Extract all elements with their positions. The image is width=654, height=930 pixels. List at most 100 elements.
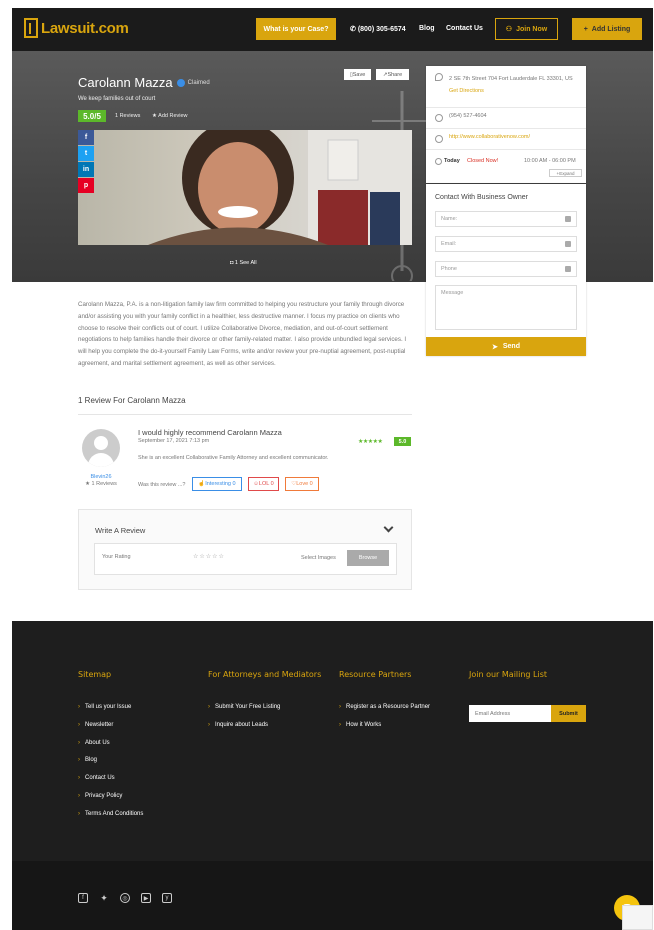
lol-button[interactable]: ☺ LOL 0 bbox=[248, 477, 279, 491]
footer-link-label: Submit Your Free Listing bbox=[215, 704, 281, 710]
address-text: 2 SE 7th Street 704 Fort Lauderdale FL 3… bbox=[449, 76, 573, 82]
facebook-icon[interactable]: f bbox=[78, 893, 88, 903]
rating-star-input[interactable]: ☆☆☆☆☆ bbox=[193, 553, 225, 560]
email-field[interactable]: Email: bbox=[435, 236, 577, 252]
love-button[interactable]: ♡ Love 0 bbox=[285, 477, 319, 491]
logo-icon bbox=[24, 18, 38, 38]
attorneys-heading: For Attorneys and Mediators bbox=[208, 670, 322, 679]
instagram-icon[interactable]: ◎ bbox=[120, 893, 130, 903]
user-icon bbox=[565, 216, 571, 222]
name-field[interactable]: Name: bbox=[435, 211, 577, 227]
listing-photo[interactable] bbox=[78, 130, 412, 245]
thumbs-up-icon: ☝ bbox=[198, 481, 206, 487]
nav-contact[interactable]: Contact Us bbox=[446, 25, 483, 32]
footer-link[interactable]: › About Us bbox=[78, 740, 110, 746]
expand-hours-button[interactable]: + Expand bbox=[549, 169, 582, 177]
review-body: She is an excellent Collaborative Family… bbox=[138, 455, 329, 461]
listing-name: Carolann Mazza bbox=[78, 75, 173, 90]
avatar-head bbox=[94, 436, 108, 450]
send-button[interactable]: ➤ Send bbox=[426, 337, 586, 356]
save-label: Save bbox=[352, 71, 366, 78]
save-button[interactable]: ▯ Save bbox=[344, 69, 371, 80]
twitter-icon[interactable]: ✦ bbox=[99, 893, 109, 903]
reviewer-avatar[interactable] bbox=[82, 429, 120, 467]
phone-link[interactable]: ✆ (800) 305-6574 bbox=[350, 25, 406, 33]
expand-label: Expand bbox=[559, 170, 575, 176]
reviews-heading: 1 Review For Carolann Mazza bbox=[78, 396, 186, 405]
directions-link[interactable]: Get Directions bbox=[449, 85, 579, 97]
join-button[interactable]: ⚇ Join Now bbox=[495, 18, 558, 40]
footer-link[interactable]: › Tell us your Issue bbox=[78, 704, 131, 710]
review-stars: ★★★★★ bbox=[358, 439, 383, 445]
phone-field[interactable]: Phone bbox=[435, 261, 577, 277]
select-images-label: Select Images bbox=[301, 555, 336, 561]
love-label: Love 0 bbox=[296, 481, 313, 487]
phone-number: (800) 305-6574 bbox=[357, 26, 406, 33]
listing-title: Carolann Mazza Claimed bbox=[78, 75, 210, 90]
see-all-photos[interactable]: ◘ 1 See All bbox=[230, 260, 257, 266]
phone-icon bbox=[435, 114, 443, 122]
footer-link-label: Terms And Conditions bbox=[85, 811, 144, 817]
page: Lawsuit.com What is your Case? ✆ (800) 3… bbox=[12, 8, 653, 930]
youtube-icon[interactable]: ▶ bbox=[141, 893, 151, 903]
footer-link[interactable]: › Submit Your Free Listing bbox=[208, 704, 280, 710]
footer-link[interactable]: › How it Works bbox=[339, 722, 381, 728]
reviews-count-link[interactable]: 1 Reviews bbox=[115, 113, 140, 119]
twitter-share-icon[interactable]: t bbox=[78, 146, 94, 161]
name-placeholder: Name: bbox=[441, 216, 458, 222]
footer-link[interactable]: › Privacy Policy bbox=[78, 793, 122, 799]
today-label: Today bbox=[444, 158, 460, 164]
address-row: 2 SE 7th Street 704 Fort Lauderdale FL 3… bbox=[426, 66, 586, 108]
website-row: http://www.collaborativenow.com/ bbox=[426, 129, 586, 150]
nav-blog[interactable]: Blog bbox=[419, 25, 435, 32]
add-review-link[interactable]: ★ Add Review bbox=[152, 113, 188, 119]
reviewer-count-label: 1 Reviews bbox=[91, 481, 117, 487]
yelp-icon[interactable]: y bbox=[162, 893, 172, 903]
review-title: I would highly recommend Carolann Mazza bbox=[138, 428, 282, 437]
add-listing-button[interactable]: + Add Listing bbox=[572, 18, 642, 40]
linkedin-share-icon[interactable]: in bbox=[78, 162, 94, 177]
contact-form-title: Contact With Business Owner bbox=[435, 194, 528, 201]
browse-button[interactable]: Browse bbox=[347, 550, 389, 566]
footer-link-label: How it Works bbox=[346, 722, 382, 728]
footer-link[interactable]: › Contact Us bbox=[78, 775, 115, 781]
footer-link[interactable]: › Blog bbox=[78, 757, 97, 763]
join-label: Join Now bbox=[516, 25, 548, 33]
contact-form: Contact With Business Owner Name: Email:… bbox=[426, 184, 586, 356]
footer-link[interactable]: › Inquire about Leads bbox=[208, 722, 268, 728]
case-button[interactable]: What is your Case? bbox=[256, 18, 336, 40]
site-logo[interactable]: Lawsuit.com bbox=[24, 18, 129, 38]
message-field[interactable]: Message bbox=[435, 285, 577, 330]
add-review-label: Add Review bbox=[158, 113, 188, 119]
claimed-label: Claimed bbox=[187, 79, 210, 86]
listing-phone[interactable]: (954) 527-4604 bbox=[449, 113, 487, 119]
newsletter-email-input[interactable]: Email Address bbox=[469, 705, 551, 722]
listing-description: Carolann Mazza, P.A. is a non-litigation… bbox=[78, 301, 407, 367]
phone-row: (954) 527-4604 bbox=[426, 108, 586, 129]
facebook-share-icon[interactable]: f bbox=[78, 130, 94, 145]
share-button[interactable]: ↗ Share bbox=[376, 69, 409, 80]
reviewer-name[interactable]: Blevin26 bbox=[78, 474, 124, 480]
rating-badge: 5.0/5 bbox=[78, 110, 106, 122]
footer-link[interactable]: › Terms And Conditions bbox=[78, 811, 143, 817]
recaptcha-badge bbox=[622, 905, 653, 930]
footer-link[interactable]: › Register as a Resource Partner bbox=[339, 704, 430, 710]
globe-icon bbox=[435, 135, 443, 143]
add-listing-label: Add Listing bbox=[591, 25, 631, 33]
plus-icon: + bbox=[583, 25, 588, 33]
chevron-down-icon[interactable] bbox=[383, 522, 394, 533]
interesting-button[interactable]: ☝ Interesting 0 bbox=[192, 477, 242, 491]
write-review-panel: Write A Review Your Rating ☆☆☆☆☆ Select … bbox=[78, 509, 412, 590]
resources-heading: Resource Partners bbox=[339, 670, 412, 679]
review-date: September 17, 2021 7:13 pm bbox=[138, 438, 210, 444]
address-block: 2 SE 7th Street 704 Fort Lauderdale FL 3… bbox=[449, 73, 579, 97]
newsletter-submit-button[interactable]: Submit bbox=[551, 705, 586, 722]
footer-link-label: Privacy Policy bbox=[85, 793, 123, 799]
footer-link-label: Newsletter bbox=[85, 722, 114, 728]
share-label: Share bbox=[387, 71, 403, 78]
pinterest-share-icon[interactable]: p bbox=[78, 178, 94, 193]
hours-row: Today Closed Now! 10:00 AM - 06:00 PM + … bbox=[426, 150, 586, 183]
footer-link[interactable]: › Newsletter bbox=[78, 722, 113, 728]
website-link[interactable]: http://www.collaborativenow.com/ bbox=[449, 134, 530, 140]
your-rating-label: Your Rating bbox=[102, 554, 131, 560]
